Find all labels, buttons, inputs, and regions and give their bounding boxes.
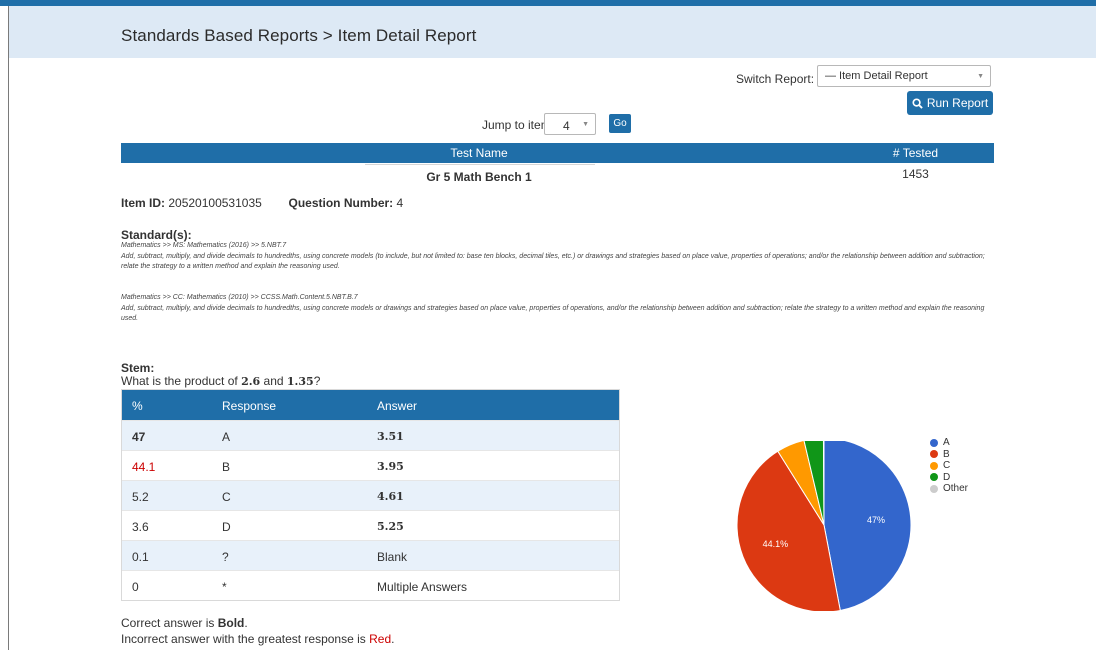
response-percent: 44.1 <box>132 460 156 474</box>
test-table-header: Test Name # Tested <box>121 143 994 163</box>
standard-entry: Mathematics >> MS: Mathematics (2016) >>… <box>121 241 1001 273</box>
tested-column-header: # Tested <box>892 146 939 160</box>
note-bold: Bold <box>217 616 245 630</box>
legend-item-a[interactable]: A <box>930 437 968 449</box>
percent-column-header: % <box>132 399 143 413</box>
legend-label: B <box>943 448 950 460</box>
response-answer: Multiple Answers <box>377 580 468 594</box>
response-answer: 5.25 <box>377 520 404 533</box>
legend-item-d[interactable]: D <box>930 472 968 484</box>
table-row: 47 A 3.51 <box>122 420 619 450</box>
search-icon <box>912 97 923 109</box>
pie-slice-a[interactable] <box>823 441 912 611</box>
stem-heading: Stem: <box>121 361 155 375</box>
response-letter: B <box>222 460 231 474</box>
stem-text-part: What is the product of <box>121 374 242 388</box>
legend-swatch <box>930 473 938 482</box>
page-title: Standards Based Reports > Item Detail Re… <box>121 26 477 45</box>
answer-column-header: Answer <box>377 399 418 413</box>
legend-label: D <box>943 471 951 483</box>
pie-legend: A B C D Other <box>930 437 968 495</box>
table-row: 0 * Multiple Answers <box>122 570 619 600</box>
response-answer: Blank <box>377 550 408 564</box>
table-row: 5.2 C 4.61 <box>122 480 619 510</box>
standard-entry: Mathematics >> CC: Mathematics (2010) >>… <box>121 293 1001 325</box>
legend-swatch <box>930 450 938 459</box>
pie-label-a: 47% <box>867 515 885 525</box>
response-letter: A <box>222 430 231 444</box>
table-row: 3.6 D 5.25 <box>122 510 619 540</box>
run-report-button[interactable]: Run Report <box>907 91 993 115</box>
item-id-value: 20520100531035 <box>168 196 262 210</box>
question-number-label: Question Number: <box>288 196 394 210</box>
note-text: Incorrect answer with the greatest respo… <box>121 632 370 646</box>
legend-item-c[interactable]: C <box>930 460 968 472</box>
response-percent: 0.1 <box>132 550 149 564</box>
run-report-label: Run Report <box>926 96 989 110</box>
question-number-value: 4 <box>396 196 404 210</box>
item-id-label: Item ID: <box>121 196 166 210</box>
pie-label-b: 44.1% <box>763 539 789 549</box>
standard-path: Mathematics >> CC: Mathematics (2010) >>… <box>121 294 358 301</box>
stem-number: 1.35 <box>286 375 314 388</box>
response-percent: 3.6 <box>132 520 149 534</box>
note-text: Correct answer is <box>121 616 218 630</box>
response-percent: 47 <box>132 430 146 444</box>
legend-item-b[interactable]: B <box>930 449 968 461</box>
legend-swatch <box>930 484 938 493</box>
note-text: . <box>391 632 395 646</box>
tested-count: 1453 <box>902 167 929 181</box>
legend-swatch <box>930 461 938 470</box>
legend-label: C <box>943 460 951 472</box>
legend-swatch <box>930 438 938 447</box>
chevron-down-icon: ▼ <box>977 73 984 80</box>
response-answer: 3.51 <box>377 430 404 443</box>
response-letter: * <box>222 580 227 594</box>
switch-report-label: Switch Report: <box>736 72 815 86</box>
table-row: 0.1 ? Blank <box>122 540 619 570</box>
response-letter: D <box>222 520 231 534</box>
note-text: . <box>244 616 248 630</box>
standard-path: Mathematics >> MS: Mathematics (2016) >>… <box>121 242 287 249</box>
stem-number: 2.6 <box>241 375 261 388</box>
standard-text: Add, subtract, multiply, and divide deci… <box>121 304 985 323</box>
switch-report-value: — Item Detail Report <box>825 70 928 82</box>
note-red: Red <box>369 632 392 646</box>
standards-heading: Standard(s): <box>121 228 192 242</box>
table-row: 44.1 B 3.95 <box>122 450 619 480</box>
jump-to-item-select[interactable]: 4 ▼ <box>544 113 596 135</box>
item-info: Item ID: 20520100531035 Question Number:… <box>121 196 403 210</box>
response-pie-chart: 47% 44.1% <box>736 441 912 611</box>
response-table: % Response Answer 47 A 3.51 44.1 B 3.95 … <box>121 389 620 601</box>
test-name-column-header: Test Name <box>450 146 508 160</box>
chevron-down-icon: ▼ <box>582 121 589 128</box>
response-answer: 3.95 <box>377 460 404 473</box>
frame-border <box>8 6 9 650</box>
incorrect-answer-note: Incorrect answer with the greatest respo… <box>121 631 394 647</box>
switch-report-select[interactable]: — Item Detail Report ▼ <box>817 65 991 87</box>
correct-answer-note: Correct answer is Bold. <box>121 615 394 631</box>
pie-slice-other[interactable] <box>822 441 825 526</box>
response-table-header: % Response Answer <box>122 390 619 420</box>
go-button[interactable]: Go <box>609 114 631 133</box>
stem-question: What is the product of 2.6 and 1.35? <box>121 374 320 388</box>
response-column-header: Response <box>222 399 277 413</box>
legend-label: A <box>943 437 950 449</box>
legend-label: Other <box>943 483 969 495</box>
response-percent: 5.2 <box>132 490 149 504</box>
response-letter: ? <box>222 550 229 564</box>
divider <box>365 164 595 165</box>
response-answer: 4.61 <box>377 490 404 503</box>
answer-legend-note: Correct answer is Bold. Incorrect answer… <box>121 615 394 647</box>
response-letter: C <box>222 490 231 504</box>
response-percent: 0 <box>132 580 139 594</box>
stem-text-part: ? <box>313 374 321 388</box>
test-name: Gr 5 Math Bench 1 <box>426 170 532 184</box>
stem-text-part: and <box>260 374 287 388</box>
standard-text: Add, subtract, multiply, and divide deci… <box>121 252 985 271</box>
legend-item-other[interactable]: Other <box>930 483 968 495</box>
jump-to-item-value: 4 <box>563 119 570 133</box>
